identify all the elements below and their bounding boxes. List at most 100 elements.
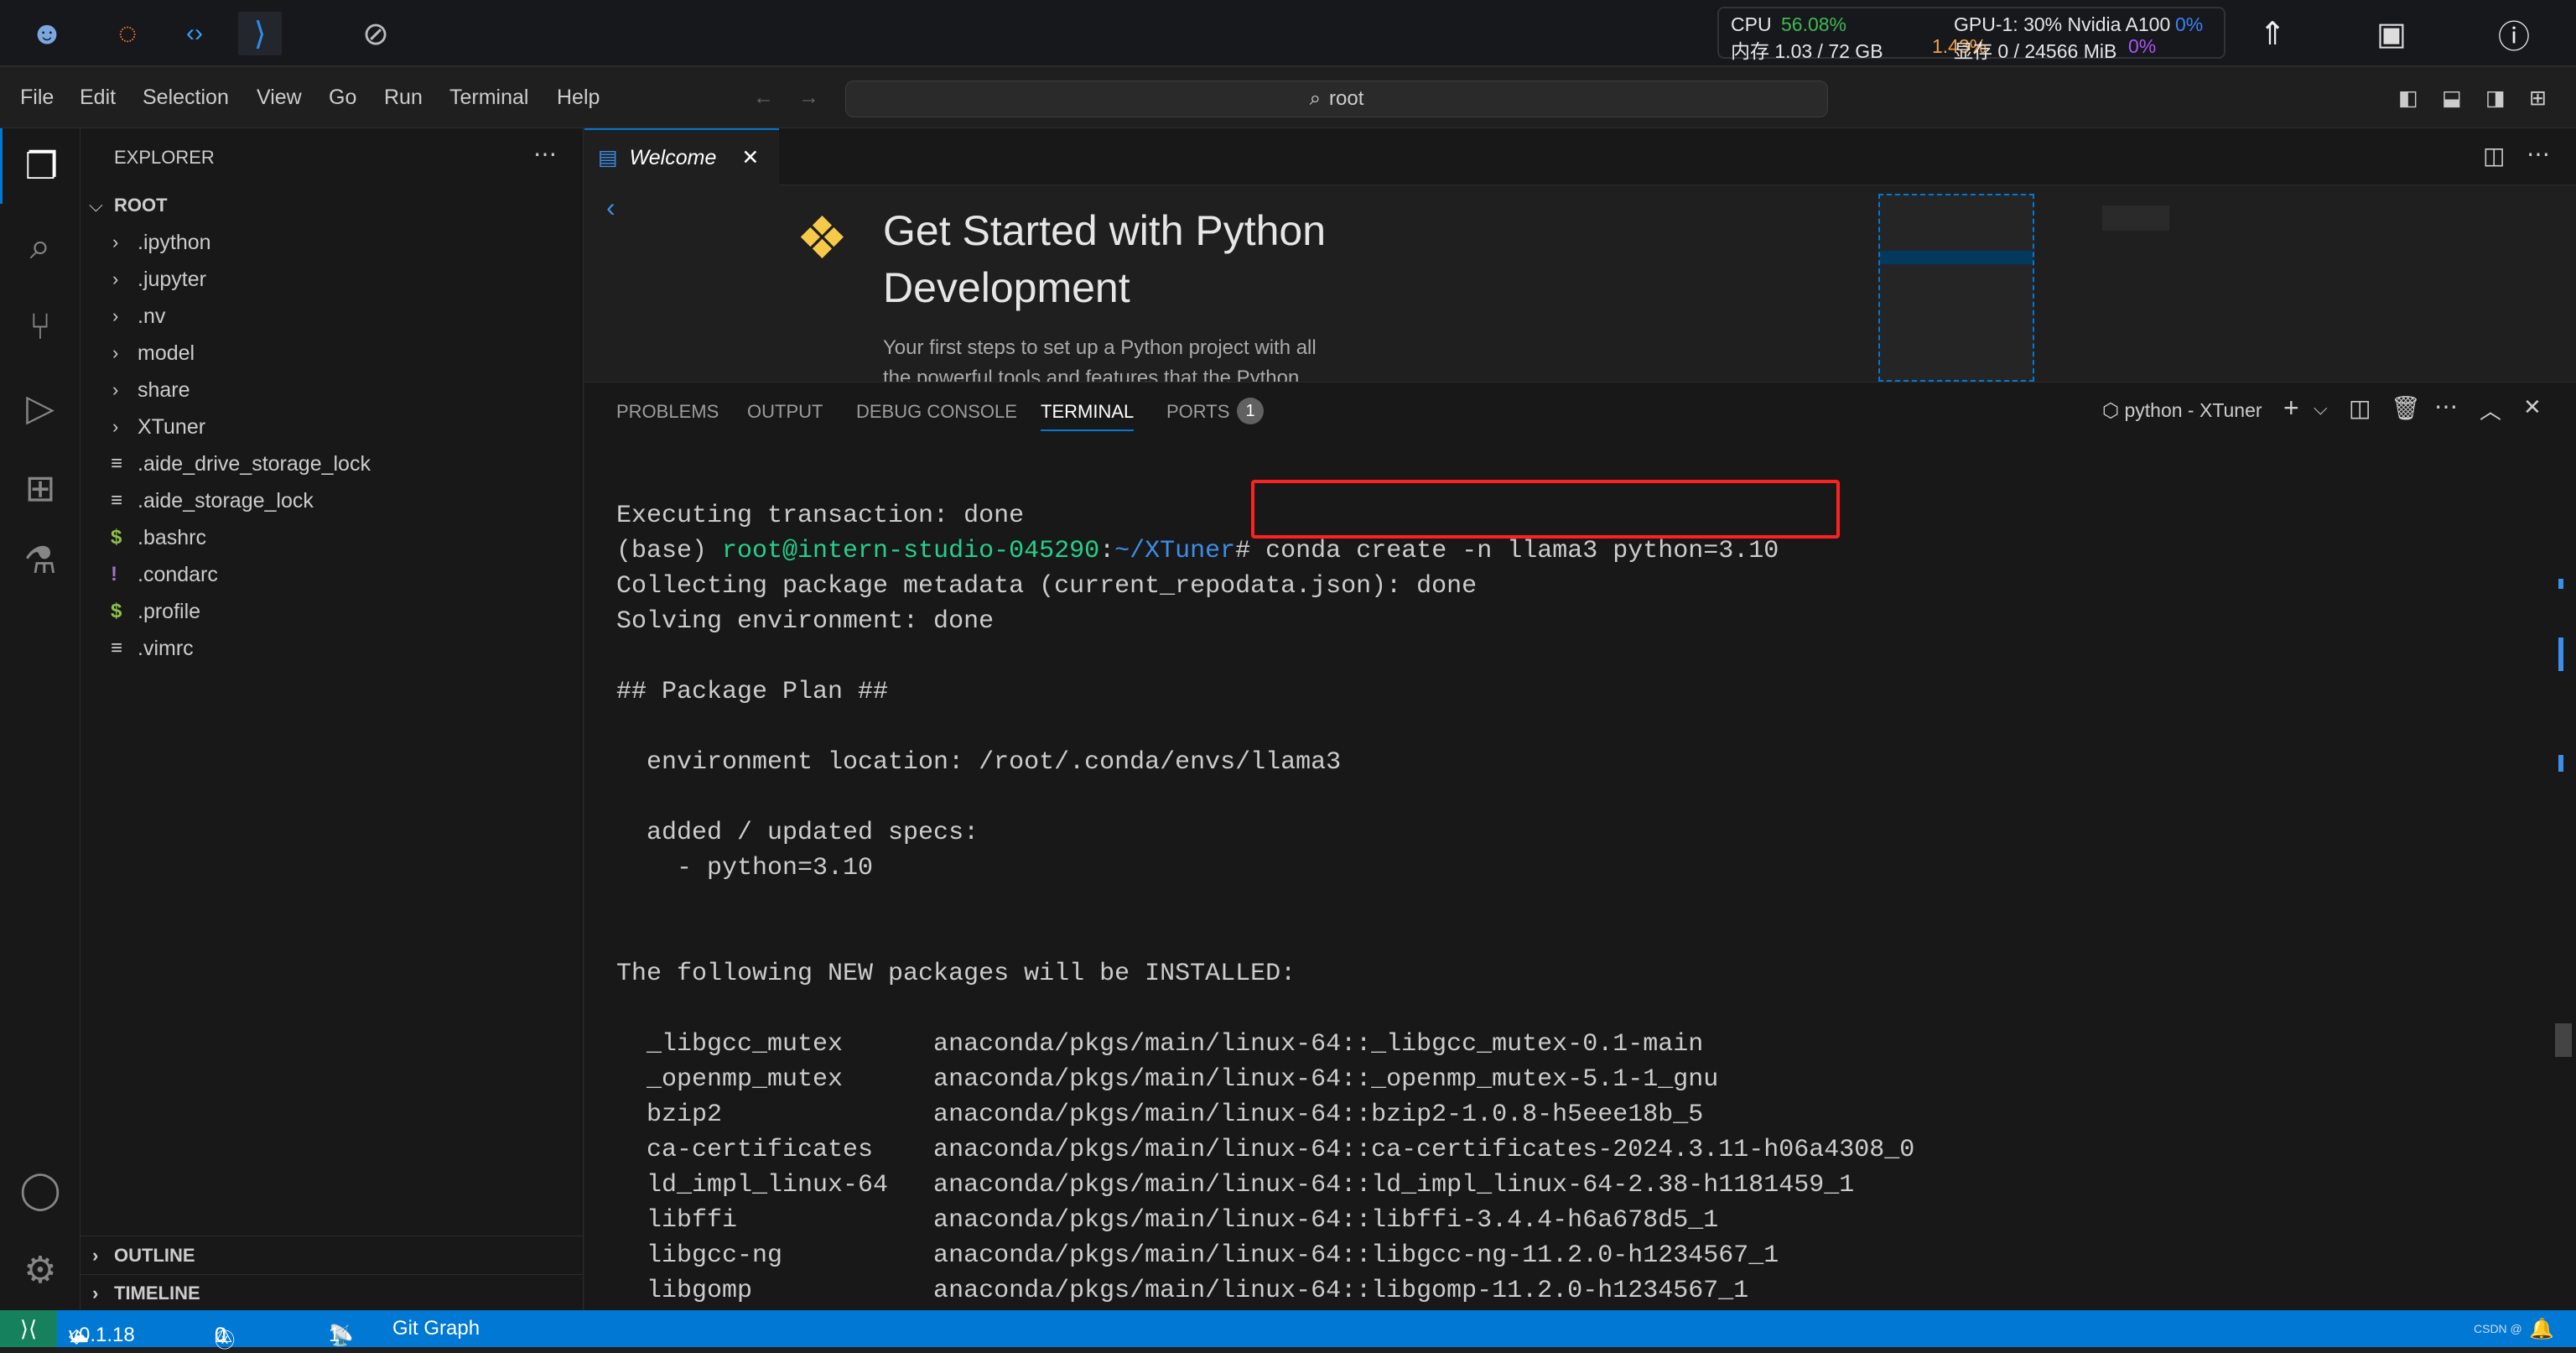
terminal-instance[interactable]: ⬡ python - XTuner (2102, 399, 2262, 422)
menu-terminal[interactable]: Terminal (449, 86, 528, 110)
scrollbar-marker (2558, 637, 2563, 671)
chevron-down-icon[interactable]: ⌵ (2314, 398, 2328, 419)
split-editor-icon[interactable]: ◫ (2483, 142, 2505, 169)
item-label: .aide_storage_lock (138, 488, 314, 513)
source-control-icon[interactable]: ⑂ (0, 289, 80, 365)
file-item[interactable]: ≡ .aide_storage_lock (80, 482, 584, 519)
chevron-right-icon: › (92, 1282, 99, 1304)
menu-go[interactable]: Go (329, 86, 356, 110)
terminal-icon: ⬡ (2102, 399, 2125, 421)
chevron-right-icon: › (112, 305, 119, 326)
vscode-icon[interactable]: ⟩ (238, 12, 282, 55)
root-folder[interactable]: ⌵ ROOT (80, 187, 584, 224)
terminal[interactable]: Executing transaction: done (base) root@i… (584, 445, 2576, 1310)
file-item[interactable]: ≡ .aide_drive_storage_lock (80, 445, 584, 482)
folder-item[interactable]: › .jupyter (80, 261, 584, 298)
maximize-panel-icon[interactable]: ︿ (2480, 394, 2501, 425)
git-graph-item[interactable]: Git Graph (392, 1317, 480, 1340)
search-icon[interactable]: ⌕ (0, 209, 80, 284)
file-item[interactable]: ≡ .vimrc (80, 630, 584, 667)
customize-layout-icon[interactable]: ⊞ (2529, 86, 2547, 111)
folder-item[interactable]: › XTuner (80, 409, 584, 445)
item-label: .condarc (138, 562, 218, 586)
tab-ports[interactable]: PORTS (1166, 401, 1229, 423)
trash-icon[interactable]: 🗑 (2391, 394, 2421, 422)
cpu-value: 56.08% (1781, 13, 1847, 35)
testing-flask-icon[interactable]: ⚗ (0, 523, 80, 598)
highlight-box (1251, 480, 1840, 539)
tab-output[interactable]: OUTPUT (747, 401, 823, 423)
menu-file[interactable]: File (20, 86, 54, 110)
timeline-section[interactable]: › TIMELINE (80, 1274, 584, 1311)
tab-label: Welcome (629, 145, 717, 169)
file-type-icon: ≡ (111, 637, 123, 659)
file-type-icon: ≡ (111, 489, 123, 512)
tab-debug-console[interactable]: DEBUG CONSOLE (856, 401, 1017, 423)
tab-welcome[interactable]: ▤ Welcome ✕ (584, 128, 779, 185)
file-item[interactable]: $ .bashrc (80, 519, 584, 556)
toggle-panel-icon[interactable]: ⬓ (2442, 86, 2462, 111)
root-label: ROOT (114, 195, 168, 216)
item-label: .nv (138, 304, 166, 328)
toggle-sidebar-icon[interactable]: ◧ (2398, 86, 2418, 111)
prompt-env: (base) (616, 537, 723, 565)
app-logo-icon[interactable]: ☻ (25, 12, 69, 55)
folder-item[interactable]: › .nv (80, 298, 584, 335)
toggle-secondary-sidebar-icon[interactable]: ◨ (2485, 86, 2506, 111)
more-actions-icon[interactable]: ⋯ (2527, 140, 2550, 168)
back-arrow-icon[interactable]: ← (753, 86, 774, 110)
menu-view[interactable]: View (257, 86, 302, 110)
jupyter-icon[interactable]: ◌ (106, 12, 149, 55)
explorer-icon[interactable]: ❐ (0, 128, 80, 204)
menu-run[interactable]: Run (384, 86, 423, 110)
split-terminal-icon[interactable]: ◫ (2349, 394, 2371, 422)
folder-item[interactable]: › share (80, 372, 584, 409)
terminal-line: ca-certificates anaconda/pkgs/main/linux… (616, 1136, 1915, 1164)
outline-section[interactable]: › OUTLINE (80, 1237, 584, 1274)
compass-icon[interactable]: ⊘ (354, 12, 397, 55)
forward-arrow-icon[interactable]: → (798, 86, 819, 110)
notifications-bell-icon[interactable]: 🔔 (2529, 1317, 2554, 1341)
new-terminal-plus-icon[interactable]: + (2283, 393, 2299, 424)
tab-terminal[interactable]: TERMINAL (1041, 401, 1135, 431)
cloud-upload-icon: ☁ (69, 1324, 89, 1347)
info-icon[interactable]: ⓘ (2492, 12, 2536, 55)
code-server-icon[interactable]: ‹› (173, 12, 216, 55)
menu-edit[interactable]: Edit (80, 86, 116, 110)
item-label: .bashrc (138, 525, 206, 549)
terminal-scrollbar[interactable] (2555, 1023, 2572, 1057)
chevron-right-icon: › (112, 268, 119, 289)
watermark: CSDN @ (2474, 1322, 2522, 1335)
folder-item[interactable]: › .ipython (80, 224, 584, 261)
run-debug-icon[interactable]: ▷ (0, 370, 80, 445)
back-chevron-icon[interactable]: ‹ (606, 192, 615, 223)
extensions-icon[interactable]: ⊞ (0, 450, 80, 526)
account-icon[interactable]: ◯ (0, 1152, 80, 1227)
upload-arrow-icon[interactable]: ⇑ (2251, 12, 2294, 55)
gear-icon[interactable]: ⚙ (0, 1232, 80, 1308)
prompt-user: root@intern-studio-045290 (722, 537, 1100, 565)
menu-help[interactable]: Help (557, 86, 600, 110)
command-center-search[interactable]: ⌕ root (845, 81, 1828, 117)
more-actions-icon[interactable]: ⋯ (2434, 393, 2458, 420)
menu-selection[interactable]: Selection (143, 86, 229, 110)
close-panel-icon[interactable]: ✕ (2523, 394, 2542, 420)
ports-badge: 1 (1237, 398, 1264, 424)
close-icon[interactable]: ✕ (741, 145, 759, 170)
terminal-prompt-line: (base) root@intern-studio-045290:~/XTune… (616, 533, 1914, 569)
folder-item[interactable]: › model (80, 335, 584, 372)
remote-indicator-icon[interactable]: ⟩⟨ (0, 1310, 57, 1347)
terminal-line: Solving environment: done (616, 607, 995, 636)
file-item[interactable]: ! .condarc (80, 556, 584, 593)
file-type-icon: ≡ (111, 452, 123, 475)
file-type-icon: ! (111, 563, 117, 585)
more-actions-icon[interactable]: ⋯ (533, 140, 557, 168)
item-label: .profile (138, 599, 201, 623)
terminal-line: ## Package Plan ## (616, 678, 889, 706)
monitor-icon[interactable]: ▣ (2370, 12, 2413, 55)
terminal-name: python - XTuner (2124, 399, 2262, 421)
file-item[interactable]: $ .profile (80, 593, 584, 630)
tab-problems[interactable]: PROBLEMS (616, 401, 719, 423)
